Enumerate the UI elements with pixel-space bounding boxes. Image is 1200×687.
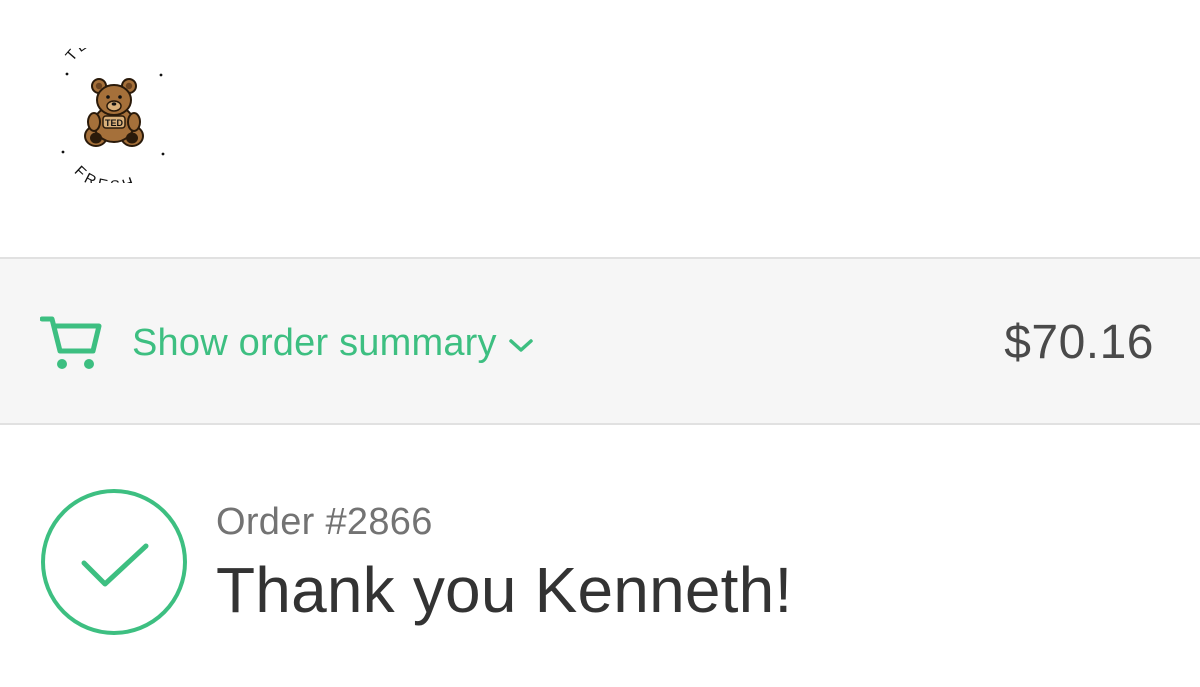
order-number: Order #2866	[216, 501, 433, 543]
teddy-bear-logo-icon: TEDDY FRESH	[61, 48, 165, 183]
chevron-down-icon[interactable]	[507, 336, 535, 356]
order-summary-bar: Show order summary $70.16	[0, 257, 1200, 425]
show-order-summary-toggle[interactable]: Show order summary	[40, 311, 535, 375]
logo-badge-text: TED	[105, 118, 124, 128]
order-total-price: $70.16	[1004, 316, 1154, 369]
header: TEDDY FRESH	[0, 0, 1200, 257]
thank-you-heading: Thank you Kenneth!	[216, 554, 793, 626]
svg-text:FRESH: FRESH	[71, 163, 140, 183]
store-logo[interactable]: TEDDY FRESH	[50, 48, 175, 183]
checkout-thank-you-page: TEDDY FRESH	[0, 0, 1200, 687]
logo-top-text: TEDDY	[62, 48, 130, 64]
cart-icon	[40, 316, 102, 369]
order-confirmation: Order #2866 Thank you Kenneth!	[0, 425, 1200, 687]
show-order-summary-label[interactable]: Show order summary	[132, 322, 497, 365]
svg-text:TEDDY: TEDDY	[62, 48, 133, 64]
checkmark-circle-icon	[40, 488, 188, 636]
logo-bottom-text: FRESH	[71, 163, 136, 183]
